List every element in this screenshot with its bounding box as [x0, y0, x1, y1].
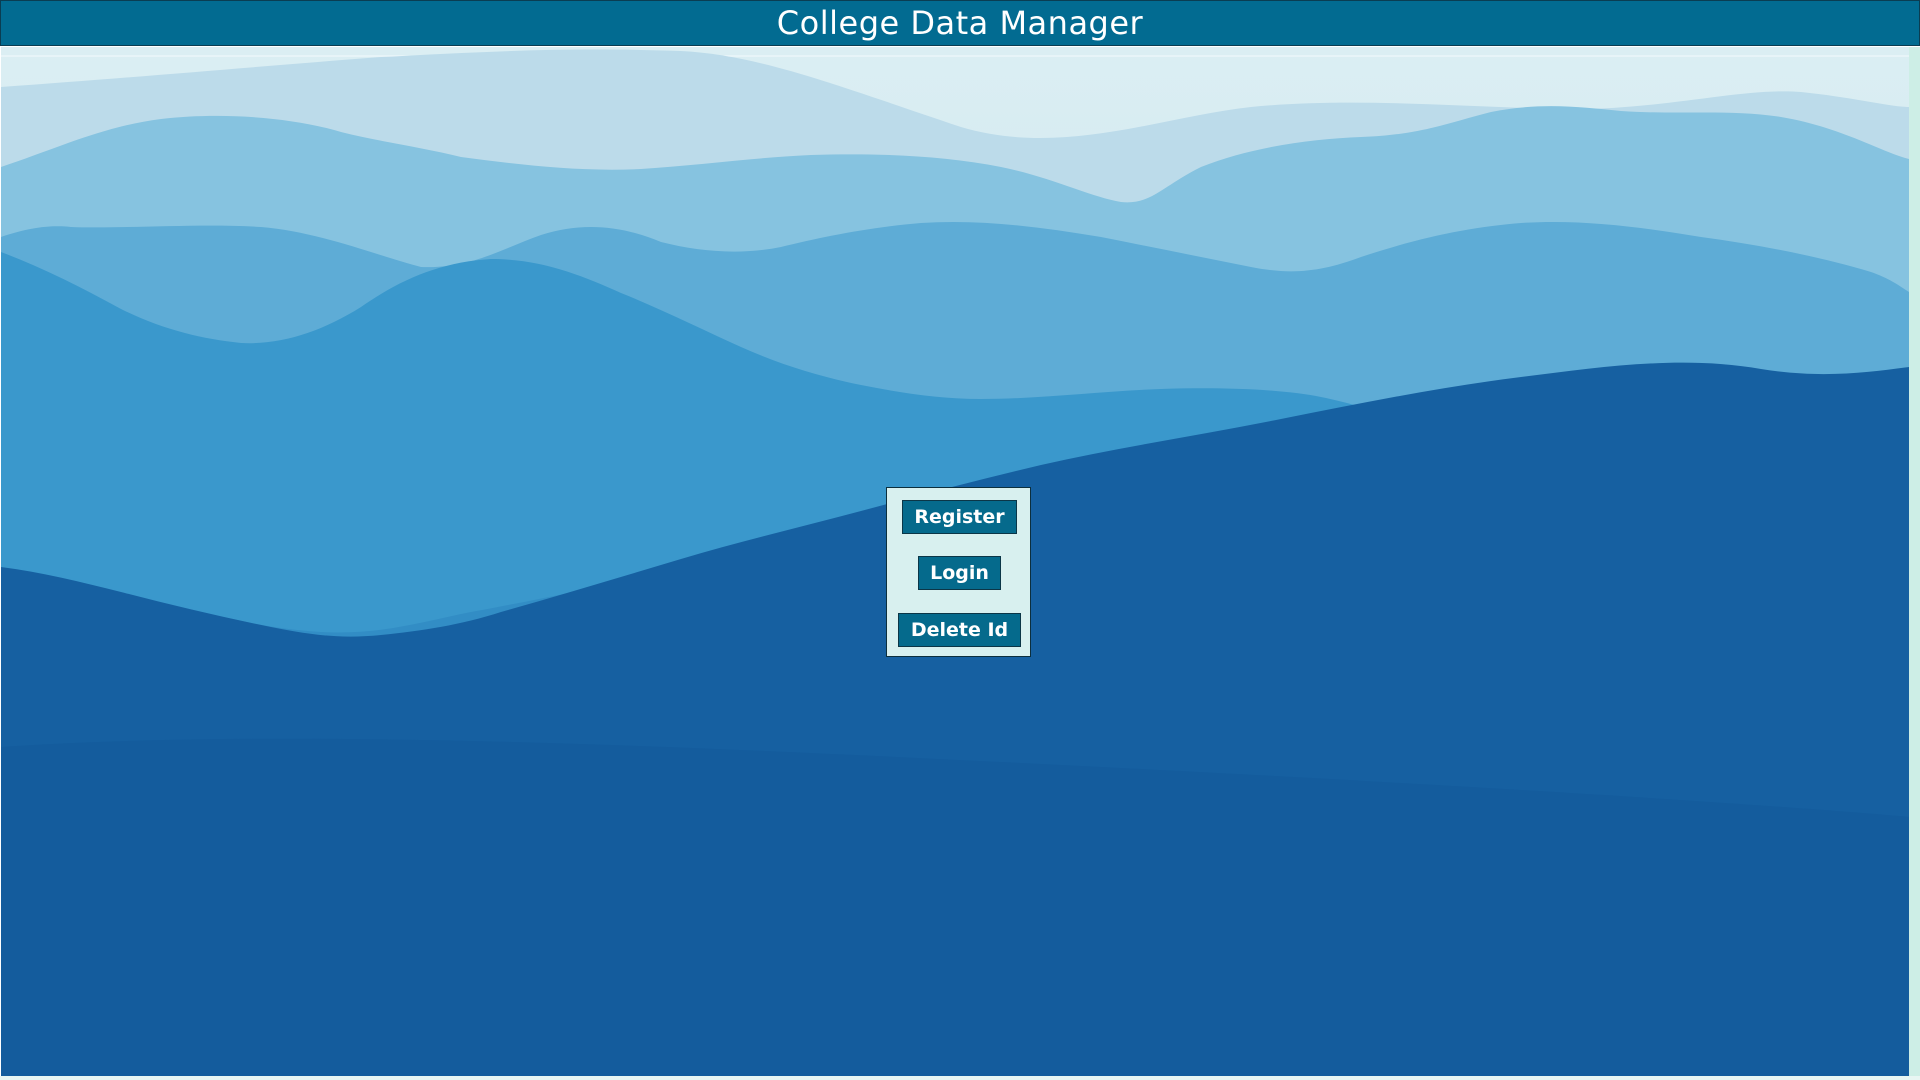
- app-title: College Data Manager: [776, 4, 1144, 42]
- app-window: College Data Manager Register Login Dele…: [0, 0, 1920, 1080]
- window-edge: [1909, 47, 1920, 1080]
- register-button[interactable]: Register: [902, 500, 1017, 534]
- login-button[interactable]: Login: [918, 556, 1001, 590]
- title-bar: College Data Manager: [0, 0, 1920, 46]
- main-menu-panel: Register Login Delete Id: [886, 487, 1031, 657]
- window-bottom-edge: [0, 1076, 1920, 1080]
- delete-id-button[interactable]: Delete Id: [898, 613, 1021, 647]
